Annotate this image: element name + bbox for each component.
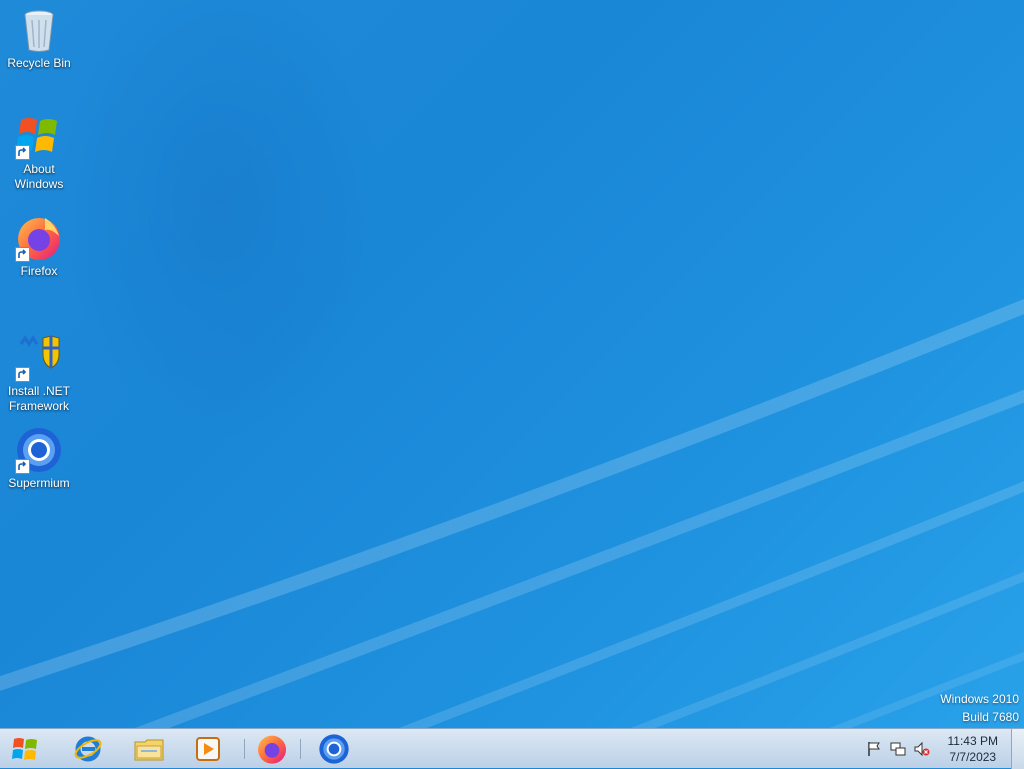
- shortcut-arrow-icon: [15, 459, 30, 474]
- media-player-icon: [196, 737, 220, 761]
- windows-logo-icon: [15, 112, 63, 160]
- shortcut-arrow-icon: [15, 247, 30, 262]
- build-watermark: Windows 2010 Build 7680: [940, 690, 1019, 726]
- taskbar-supermium[interactable]: [312, 732, 356, 766]
- taskbar-firefox[interactable]: [250, 732, 294, 766]
- taskbar-separator: [244, 739, 245, 759]
- clock-date: 7/7/2023: [949, 750, 997, 764]
- desktop-icon-recycle-bin[interactable]: Recycle Bin: [2, 6, 76, 71]
- firefox-icon: [15, 214, 63, 262]
- desktop-icon-label: Recycle Bin: [7, 56, 71, 70]
- action-center-flag-icon[interactable]: [866, 741, 882, 757]
- watermark-line1: Windows 2010: [940, 692, 1019, 706]
- desktop-icon-label: About Windows: [14, 162, 64, 191]
- supermium-icon: [15, 426, 63, 474]
- dotnet-installer-icon: [15, 334, 63, 382]
- desktop-icon-label: Install .NET Framework: [7, 384, 70, 413]
- wallpaper-streaks: [0, 298, 1024, 728]
- desktop-icon-about-windows[interactable]: About Windows: [2, 112, 76, 192]
- shortcut-arrow-icon: [15, 145, 30, 160]
- windows-start-icon: [12, 738, 37, 760]
- taskbar-internet-explorer[interactable]: [66, 732, 110, 766]
- internet-explorer-icon: [74, 736, 102, 762]
- desktop-icon-firefox[interactable]: Firefox: [2, 214, 76, 279]
- watermark-line2: Build 7680: [962, 710, 1019, 724]
- desktop: Recycle Bin About Windows Firefox Instal…: [0, 0, 1024, 728]
- taskbar: 11:43 PM 7/7/2023: [0, 728, 1024, 769]
- desktop-icon-label: Supermium: [8, 476, 70, 490]
- taskbar-media-player[interactable]: [186, 732, 230, 766]
- supermium-icon: [319, 734, 349, 764]
- recycle-bin-icon: [15, 6, 63, 54]
- desktop-icon-label: Firefox: [20, 264, 58, 278]
- desktop-icon-supermium[interactable]: Supermium: [2, 426, 76, 491]
- show-desktop-button[interactable]: [1011, 729, 1024, 769]
- network-icon[interactable]: [890, 741, 906, 757]
- system-clock[interactable]: 11:43 PM 7/7/2023: [948, 733, 998, 765]
- desktop-icon-install-dotnet[interactable]: Install .NET Framework: [2, 334, 76, 414]
- start-button[interactable]: [4, 732, 48, 766]
- volume-muted-icon[interactable]: [914, 741, 930, 757]
- taskbar-separator: [300, 739, 301, 759]
- firefox-icon: [258, 735, 286, 764]
- folder-icon: [134, 739, 164, 761]
- shortcut-arrow-icon: [15, 367, 30, 382]
- taskbar-file-explorer[interactable]: [127, 732, 171, 766]
- clock-time: 11:43 PM: [947, 734, 998, 748]
